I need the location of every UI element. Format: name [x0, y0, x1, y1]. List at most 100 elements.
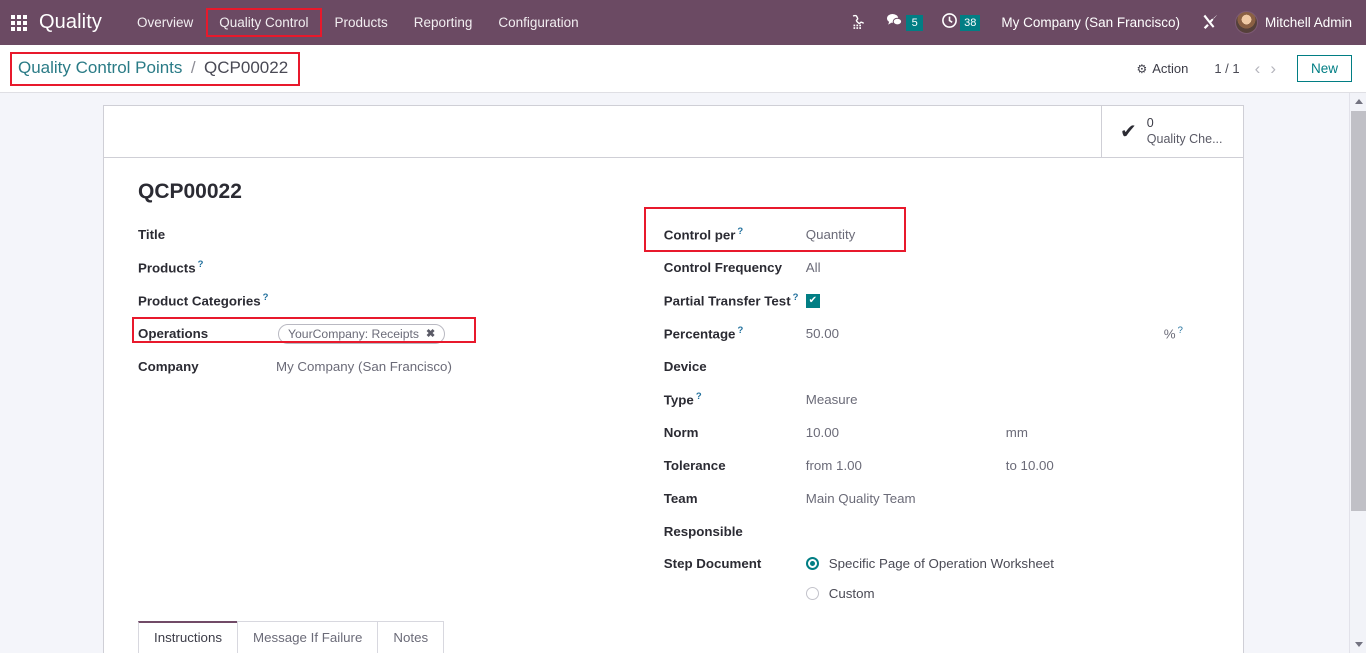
scroll-thumb[interactable]	[1351, 111, 1366, 511]
help-icon[interactable]: ?	[737, 226, 743, 237]
field-label-tolerance: Tolerance	[664, 458, 806, 473]
messages-badge-count: 5	[906, 15, 923, 31]
field-row-device: Device	[664, 350, 1209, 383]
breadcrumb: Quality Control Points / QCP00022	[10, 52, 300, 86]
field-row-partial-transfer-test: Partial Transfer Test? ✔	[664, 284, 1209, 317]
field-row-norm: Norm 10.00 mm	[664, 416, 1209, 449]
clock-icon	[941, 12, 958, 34]
notebook-tabs: Instructions Message If Failure Notes	[138, 621, 443, 653]
field-value-percentage[interactable]: 50.00	[806, 326, 839, 341]
field-value-norm[interactable]: 10.00	[806, 425, 839, 440]
field-label-step-document: Step Document	[664, 556, 806, 571]
field-label-responsible: Responsible	[664, 524, 806, 539]
nav-item-reporting[interactable]: Reporting	[401, 9, 486, 36]
form-scroll-area: ✔ 0 Quality Che... QCP00022 Title Produ	[0, 93, 1366, 653]
operations-tag[interactable]: YourCompany: Receipts ✖	[278, 324, 445, 344]
form-right-column: Control per? Quantity Control Frequency …	[664, 218, 1209, 608]
help-icon[interactable]: ?	[696, 391, 702, 402]
app-brand-quality[interactable]: Quality	[39, 11, 102, 34]
field-row-responsible: Responsible	[664, 515, 1209, 548]
tab-notes[interactable]: Notes	[377, 621, 444, 653]
step-document-radio-custom[interactable]	[806, 587, 819, 600]
scroll-up-arrow-icon[interactable]	[1350, 93, 1366, 110]
close-icon[interactable]: ✖	[426, 327, 435, 340]
field-label-operations: Operations	[138, 326, 278, 341]
field-row-tolerance: Tolerance from 1.00 to 10.00	[664, 449, 1209, 482]
nav-item-quality-control[interactable]: Quality Control	[206, 8, 321, 37]
field-label-device: Device	[664, 359, 806, 374]
user-menu[interactable]: Mitchell Admin	[1265, 15, 1352, 30]
form-body: QCP00022 Title Products? Product Categor…	[104, 158, 1243, 653]
field-row-product-categories: Product Categories?	[138, 284, 664, 317]
action-menu-button[interactable]: ⚙ Action	[1136, 61, 1188, 76]
form-statusbar: ✔ 0 Quality Che...	[104, 106, 1243, 158]
help-icon[interactable]: ?	[198, 259, 204, 270]
tools-icon[interactable]	[1201, 13, 1220, 32]
form-left-column: Title Products? Product Categories? Oper…	[138, 218, 664, 608]
field-label-partial-transfer-test: Partial Transfer Test?	[664, 292, 806, 308]
pager-counter: 1 / 1	[1214, 61, 1239, 76]
field-row-type: Type? Measure	[664, 383, 1209, 416]
action-menu-label: Action	[1152, 61, 1188, 76]
gear-icon: ⚙	[1136, 62, 1147, 76]
help-icon[interactable]: ?	[737, 325, 743, 336]
chevron-right-icon[interactable]: ›	[1265, 59, 1281, 79]
check-icon: ✔	[1120, 119, 1137, 144]
field-row-percentage: Percentage? 50.00 %?	[664, 317, 1209, 350]
nav-item-overview[interactable]: Overview	[124, 9, 206, 36]
page-title: QCP00022	[138, 180, 1209, 204]
field-label-norm: Norm	[664, 425, 806, 440]
field-label-products: Products?	[138, 259, 278, 275]
new-button[interactable]: New	[1297, 55, 1352, 82]
field-row-step-document-custom: Custom	[806, 578, 1209, 608]
smart-button-quality-checks[interactable]: ✔ 0 Quality Che...	[1101, 106, 1243, 157]
dialpad-icon[interactable]	[850, 14, 867, 31]
field-value-type[interactable]: Measure	[806, 392, 858, 407]
field-value-control-per[interactable]: Quantity	[806, 227, 856, 242]
step-document-option-label-custom[interactable]: Custom	[829, 586, 875, 601]
operations-tag-label: YourCompany: Receipts	[288, 327, 419, 341]
field-value-company[interactable]: My Company (San Francisco)	[276, 359, 452, 374]
navbar-right-systray: 5 38 My Company (San Francisco) Mitchell…	[841, 0, 1358, 45]
chevron-left-icon[interactable]: ‹	[1250, 59, 1266, 79]
field-row-control-frequency: Control Frequency All	[664, 251, 1209, 284]
form-sheet: ✔ 0 Quality Che... QCP00022 Title Produ	[103, 105, 1244, 653]
tab-message-if-failure[interactable]: Message If Failure	[237, 621, 378, 653]
company-switcher[interactable]: My Company (San Francisco)	[1001, 15, 1180, 30]
activities-badge-count: 38	[960, 15, 980, 31]
step-document-radio-specific-page[interactable]	[806, 557, 819, 570]
step-document-option-label-specific-page[interactable]: Specific Page of Operation Worksheet	[829, 556, 1054, 571]
nav-item-configuration[interactable]: Configuration	[485, 9, 591, 36]
nav-item-products[interactable]: Products	[322, 9, 401, 36]
field-label-control-per: Control per?	[664, 226, 806, 242]
vertical-scrollbar[interactable]	[1349, 93, 1366, 653]
field-value-control-frequency[interactable]: All	[806, 260, 821, 275]
percentage-suffix: %?	[1164, 325, 1183, 341]
chat-bubble-icon	[885, 12, 904, 34]
field-value-team[interactable]: Main Quality Team	[806, 491, 916, 506]
help-icon[interactable]: ?	[263, 292, 269, 303]
partial-transfer-test-checkbox[interactable]: ✔	[806, 294, 820, 308]
smart-button-label: Quality Che...	[1147, 132, 1223, 148]
messages-counter[interactable]: 5	[885, 12, 923, 34]
help-icon[interactable]: ?	[1178, 325, 1183, 336]
field-label-team: Team	[664, 491, 806, 506]
field-label-type: Type?	[664, 391, 806, 407]
tab-instructions[interactable]: Instructions	[138, 621, 238, 653]
field-label-control-frequency: Control Frequency	[664, 260, 806, 275]
breadcrumb-separator: /	[191, 58, 196, 77]
help-icon[interactable]: ?	[793, 292, 799, 303]
activities-counter[interactable]: 38	[941, 12, 980, 34]
field-value-tolerance-max[interactable]: to 10.00	[1006, 458, 1054, 473]
norm-unit: mm	[1006, 425, 1028, 440]
breadcrumb-root-link[interactable]: Quality Control Points	[18, 58, 182, 77]
avatar[interactable]	[1235, 11, 1258, 34]
scroll-down-arrow-icon[interactable]	[1350, 636, 1366, 653]
apps-grid-icon[interactable]	[11, 15, 27, 31]
field-row-operations: Operations YourCompany: Receipts ✖	[138, 317, 664, 350]
breadcrumb-current: QCP00022	[204, 58, 288, 77]
field-row-products: Products?	[138, 251, 664, 284]
field-row-title: Title	[138, 218, 664, 251]
control-panel-right: ⚙ Action 1 / 1 ‹ › New	[1136, 55, 1352, 82]
field-value-tolerance-min[interactable]: from 1.00	[806, 458, 862, 473]
